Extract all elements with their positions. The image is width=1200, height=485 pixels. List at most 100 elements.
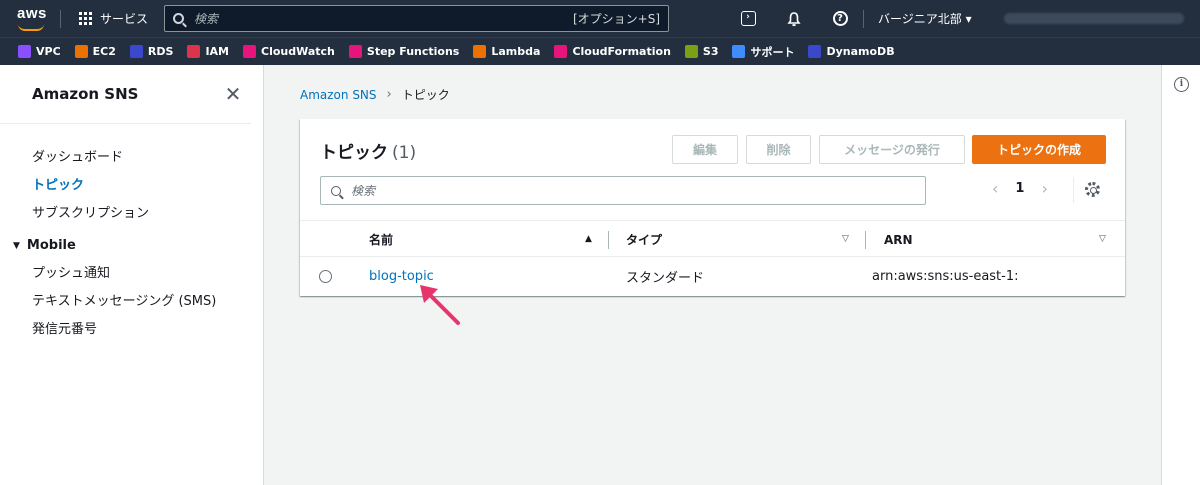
pagination: ‹ 1 › bbox=[992, 179, 1048, 198]
notifications-button[interactable] bbox=[771, 0, 817, 37]
table-header: 名前 ▲ タイプ ▽ ARN ▽ bbox=[300, 220, 1125, 257]
info-icon[interactable]: i bbox=[1174, 77, 1189, 92]
help-icon: ? bbox=[832, 11, 848, 26]
page-title: トピック (1) bbox=[320, 138, 416, 163]
column-header-type[interactable]: タイプ ▽ bbox=[626, 221, 856, 258]
terminal-icon: › bbox=[740, 11, 756, 26]
cloudwatch-icon bbox=[243, 45, 256, 58]
vpc-icon bbox=[18, 45, 31, 58]
mobile-section-label: Mobile bbox=[26, 238, 76, 253]
favorite-label: サポート bbox=[750, 45, 795, 59]
global-search-input[interactable]: 検索 [オプション+S] bbox=[164, 5, 670, 32]
delete-button[interactable]: 削除 bbox=[746, 135, 811, 164]
favorite-rds[interactable]: RDS bbox=[129, 45, 174, 58]
cloudformation-icon bbox=[554, 45, 568, 58]
favorite-label: Lambda bbox=[491, 45, 541, 58]
services-label: サービス bbox=[100, 12, 149, 26]
gear-icon[interactable] bbox=[1085, 182, 1100, 197]
mobile-nav-list: プッシュ通知 テキストメッセージング (SMS) 発信元番号 bbox=[0, 260, 263, 344]
service-title[interactable]: Amazon SNS bbox=[32, 85, 138, 103]
nav-list: ダッシュボード トピック サブスクリプション bbox=[0, 124, 263, 228]
chevron-left-icon[interactable]: ‹ bbox=[992, 179, 998, 198]
caret-down-icon: ▼ bbox=[13, 241, 20, 251]
current-page-number[interactable]: 1 bbox=[1015, 181, 1024, 196]
chevron-right-icon[interactable]: › bbox=[1041, 179, 1047, 198]
topic-arn: arn:aws:sns:us-east-1: bbox=[872, 269, 1019, 284]
dynamodb-icon bbox=[808, 45, 822, 58]
create-topic-button[interactable]: トピックの作成 bbox=[972, 135, 1106, 164]
favorite-ec2[interactable]: EC2 bbox=[74, 45, 116, 58]
favorite-s3[interactable]: S3 bbox=[684, 45, 718, 58]
topic-type: スタンダード bbox=[626, 271, 705, 286]
topics-count: (1) bbox=[392, 143, 417, 163]
region-selector[interactable]: バージニア北部 ▾ bbox=[864, 10, 986, 27]
ec2-icon bbox=[74, 45, 88, 58]
column-label: タイプ bbox=[626, 233, 663, 247]
favorite-cloudwatch[interactable]: CloudWatch bbox=[243, 45, 335, 58]
search-icon bbox=[331, 185, 341, 196]
row-select-radio[interactable] bbox=[319, 270, 332, 283]
favorite-label: EC2 bbox=[92, 45, 116, 58]
topics-heading: トピック bbox=[320, 143, 388, 163]
column-divider[interactable] bbox=[608, 231, 609, 249]
breadcrumb: Amazon SNS › トピック bbox=[300, 86, 450, 103]
help-button[interactable]: ? bbox=[817, 0, 863, 37]
favorite-step-functions[interactable]: Step Functions bbox=[348, 45, 459, 58]
favorite-dynamodb[interactable]: DynamoDB bbox=[808, 45, 895, 58]
favorite-iam[interactable]: IAM bbox=[187, 45, 229, 58]
sidebar-item-dashboard[interactable]: ダッシュボード bbox=[32, 144, 263, 172]
sidebar-item-origination-numbers[interactable]: 発信元番号 bbox=[32, 316, 263, 344]
top-navigation: aws サービス 検索 [オプション+S] › ? バージニア北部 ▾ bbox=[0, 0, 1200, 37]
support-icon bbox=[732, 45, 746, 58]
sort-icon: ▽ bbox=[1099, 234, 1106, 244]
cloudshell-button[interactable]: › bbox=[725, 0, 771, 37]
breadcrumb-root-link[interactable]: Amazon SNS bbox=[300, 88, 377, 102]
services-menu-button[interactable]: サービス bbox=[61, 0, 162, 37]
chevron-right-icon: › bbox=[386, 87, 392, 102]
bell-icon bbox=[787, 11, 801, 26]
column-header-name[interactable]: 名前 ▲ bbox=[369, 221, 609, 258]
favorites-bar: VPC EC2 RDS IAM CloudWatch Step Function… bbox=[0, 37, 1200, 65]
sort-icon: ▽ bbox=[842, 234, 849, 244]
lambda-icon bbox=[473, 45, 487, 58]
favorite-label: CloudWatch bbox=[261, 45, 335, 58]
pagination-divider bbox=[1073, 177, 1074, 203]
column-label: 名前 bbox=[369, 233, 394, 247]
side-navigation: Amazon SNS ✕ ダッシュボード トピック サブスクリプション ▼ Mo… bbox=[0, 65, 264, 485]
account-menu-redacted[interactable] bbox=[1003, 13, 1184, 24]
tools-panel-strip: i bbox=[1161, 65, 1200, 485]
s3-icon bbox=[684, 45, 698, 58]
favorite-label: VPC bbox=[36, 45, 61, 58]
favorite-lambda[interactable]: Lambda bbox=[473, 45, 540, 58]
step-functions-icon bbox=[348, 45, 362, 58]
rds-icon bbox=[129, 45, 143, 58]
grid-icon bbox=[79, 12, 92, 25]
column-divider[interactable] bbox=[865, 231, 866, 249]
side-navigation-header: Amazon SNS ✕ bbox=[0, 65, 251, 124]
aws-logo-text: aws bbox=[17, 5, 47, 22]
favorite-label: IAM bbox=[205, 45, 229, 58]
search-placeholder: 検索 bbox=[351, 184, 376, 198]
edit-button[interactable]: 編集 bbox=[672, 135, 738, 164]
aws-smile-icon bbox=[18, 24, 44, 31]
breadcrumb-current: トピック bbox=[401, 88, 450, 102]
favorite-label: DynamoDB bbox=[826, 45, 895, 58]
close-icon[interactable]: ✕ bbox=[223, 84, 243, 104]
publish-message-button[interactable]: メッセージの発行 bbox=[819, 135, 965, 164]
search-icon bbox=[173, 13, 185, 24]
sidebar-item-sms[interactable]: テキストメッセージング (SMS) bbox=[32, 288, 263, 316]
topics-search-input[interactable]: 検索 bbox=[320, 176, 926, 205]
favorite-support[interactable]: サポート bbox=[732, 44, 794, 60]
topics-table-container: トピック (1) 編集 削除 メッセージの発行 トピックの作成 検索 ‹ 1 › … bbox=[300, 119, 1125, 296]
favorite-vpc[interactable]: VPC bbox=[18, 45, 61, 58]
sidebar-item-push-notifications[interactable]: プッシュ通知 bbox=[32, 260, 263, 288]
aws-logo[interactable]: aws bbox=[0, 0, 60, 37]
search-placeholder: 検索 bbox=[194, 12, 219, 26]
column-header-arn[interactable]: ARN ▽ bbox=[884, 221, 1110, 258]
sidebar-item-topics[interactable]: トピック bbox=[32, 172, 263, 200]
mobile-section-toggle[interactable]: ▼ Mobile bbox=[0, 232, 263, 260]
favorite-label: RDS bbox=[147, 45, 174, 58]
favorite-cloudformation[interactable]: CloudFormation bbox=[554, 45, 671, 58]
annotation-arrow-icon bbox=[420, 285, 460, 325]
sidebar-item-subscriptions[interactable]: サブスクリプション bbox=[32, 200, 263, 228]
